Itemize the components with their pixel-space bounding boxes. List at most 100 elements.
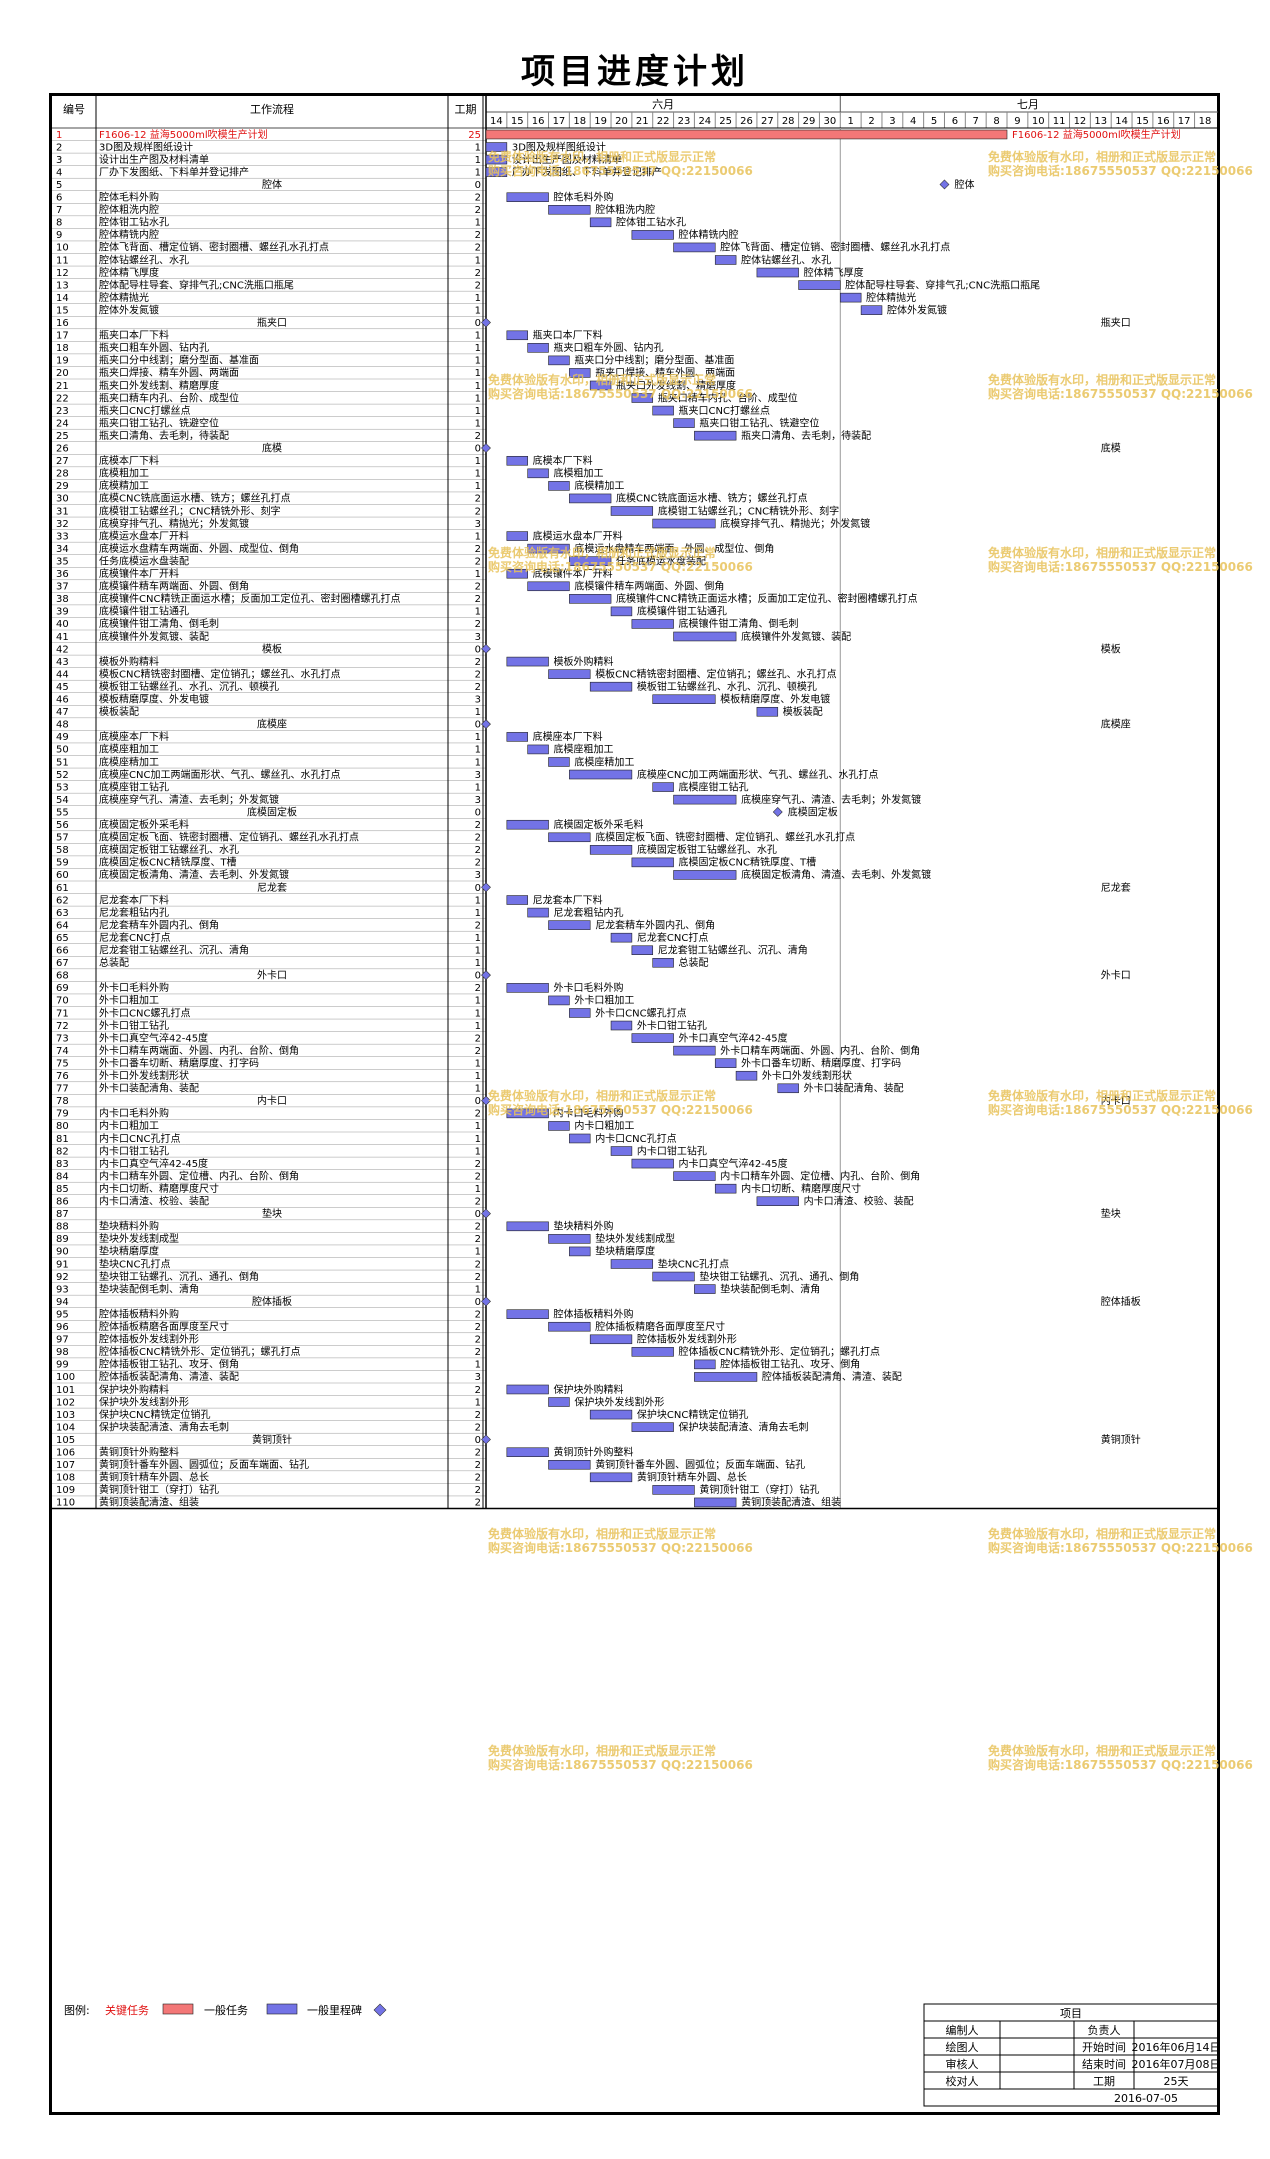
task-bar [589,217,612,228]
task-name: 外卡口真空气淬42-45度 [99,1031,208,1044]
day-label: 27 [761,116,774,127]
bar-label: 底模座本厂下料 [533,730,603,743]
bar-label: 底模穿排气孔、精抛光；外发氮镀 [720,517,870,530]
bar-label: 底模 [1101,442,1121,455]
task-no: 76 [56,1071,69,1082]
day-label: 11 [1053,116,1066,127]
task-no: 23 [56,406,69,417]
task-bar [548,832,591,843]
task-name: 底模粗加工 [99,467,149,480]
task-no: 42 [56,644,69,655]
task-name: 腔体钻螺丝孔、水孔 [99,253,189,266]
task-duration: 1 [475,469,481,480]
task-bar [673,794,737,805]
day-label: 17 [553,116,566,127]
task-duration: 2 [475,845,481,856]
task-no: 34 [56,544,69,555]
task-no: 28 [56,469,69,480]
task-duration: 2 [475,582,481,593]
watermark: 购买咨询电话:18675550537 QQ:22150066 [988,163,1253,178]
task-duration: 2 [475,1033,481,1044]
day-label: 28 [782,116,795,127]
task-duration: 2 [475,820,481,831]
day-label: 12 [1074,116,1087,127]
task-bar [631,230,674,240]
bar-label: 内卡口粗加工 [574,1119,634,1132]
task-bar [548,1397,570,1407]
watermark: 免费体验版有水印，相册和正式版显示正常 [488,372,716,387]
bar-label: 尼龙套 [1101,881,1131,894]
bar-label: 垫块CNC孔打点 [658,1257,729,1270]
task-duration: 2 [475,1410,481,1421]
task-name: 底模镶件CNC精铣正面运水槽；反面加工定位孔、密封圈槽螺孔打点 [99,592,400,605]
task-name: 瓶夹口钳工钻孔、铣避空位 [99,416,219,429]
bar-label: 底模座粗加工 [554,743,614,756]
task-name: 瓶夹口粗车外圆、钻内孔 [99,341,209,354]
info-cell: 绘图人 [946,2040,979,2054]
bar-label: 垫块装配倒毛刺、清角 [720,1282,820,1295]
task-no: 99 [56,1360,69,1371]
watermark: 购买咨询电话:18675550537 QQ:22150066 [488,163,753,178]
bar-label: 底模运水盘本厂开料 [533,529,623,542]
watermark: 免费体验版有水印，相册和正式版显示正常 [488,1526,716,1541]
task-bar [652,405,674,416]
task-bar [569,1008,591,1018]
task-duration: 2 [475,193,481,204]
task-no: 98 [56,1347,69,1358]
task-no: 101 [56,1385,75,1396]
task-name: 外卡口CNC螺孔打点 [99,1006,190,1019]
task-duration: 2 [475,1422,481,1433]
task-duration: 0 [475,1096,481,1107]
task-duration: 2 [475,1335,481,1346]
task-duration: 1 [475,293,481,304]
bar-label: 保护块装配清渣、清角去毛刺 [679,1420,809,1433]
task-bar [756,706,779,717]
task-bar [631,1158,674,1169]
task-no: 107 [56,1460,75,1471]
bar-label: 底模镶件精车两端面、外圆、倒角 [574,580,724,593]
task-duration: 1 [475,895,481,906]
bar-label: 外卡口番车切断、精磨厚度、打字码 [741,1056,901,1069]
bar-label: 底模固定板 [788,805,838,818]
day-label: 1 [848,116,854,127]
task-bar [506,656,549,667]
info-header: 项目 [1060,2007,1082,2020]
task-bar [610,1020,633,1031]
task-no: 87 [56,1209,69,1220]
task-no: 8 [56,218,62,229]
task-no: 15 [56,305,69,316]
task-no: 53 [56,782,69,793]
bar-label: 黄铜顶针 [1101,1433,1141,1446]
info-cell: 负责人 [1088,2023,1121,2037]
task-no: 57 [56,833,69,844]
task-bar [631,1033,674,1043]
task-no: 108 [56,1473,75,1484]
bar-label: 底模精加工 [574,479,624,492]
task-no: 14 [56,293,69,304]
bar-label: 内卡口切断、精磨厚度尺寸 [741,1182,861,1195]
bar-label: 瓶夹口 [1101,316,1131,329]
task-no: 48 [56,720,69,731]
task-duration: 1 [475,142,481,153]
task-duration: 2 [475,594,481,605]
task-name: 垫块CNC孔打点 [99,1257,170,1270]
task-no: 45 [56,682,69,693]
task-no: 44 [56,669,69,680]
task-duration: 2 [475,1046,481,1057]
day-label: 21 [636,116,649,127]
task-no: 19 [56,356,69,367]
bar-label: 腔体外发氮镀 [887,303,947,316]
task-duration: 2 [475,1473,481,1484]
task-duration: 1 [475,155,481,166]
task-duration: 2 [475,1171,481,1182]
task-bar [673,631,737,642]
task-name: 底模固定板 [247,805,297,818]
bar-label: 底模镶件钳工钻通孔 [637,605,727,618]
bar-label: 腔体插板 [1101,1295,1141,1308]
bar-label: 保护块外购精料 [554,1383,624,1396]
bar-label: 内卡口精车外圆、定位槽、内孔、台阶、倒角 [720,1169,920,1182]
task-duration: 2 [475,1197,481,1208]
task-no: 5 [56,180,62,191]
task-duration: 1 [475,456,481,467]
task-name: 底模镶件钳工清角、倒毛刺 [99,617,219,630]
